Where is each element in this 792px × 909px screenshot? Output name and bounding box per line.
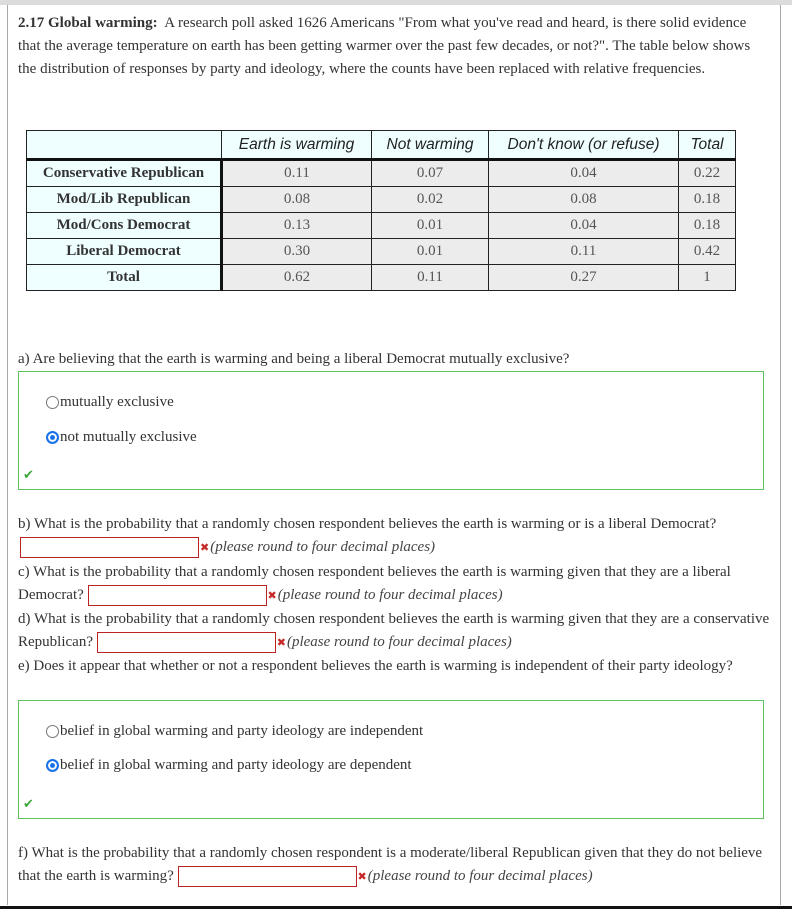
table-cell: 0.42	[678, 238, 736, 265]
table-row: Total 0.62 0.11 0.27 1	[26, 264, 736, 291]
question-e-text: e) Does it appear that whether or not a …	[18, 658, 733, 674]
question-b-answer-input[interactable]	[20, 537, 199, 559]
checkmark-icon: ✔	[23, 468, 34, 483]
table-cell: 0.11	[371, 264, 489, 291]
question-c-answer-input[interactable]	[87, 585, 267, 607]
option-mutually-exclusive[interactable]: mutually exclusive	[46, 394, 174, 411]
question-d: d) What is the probability that a random…	[18, 608, 773, 654]
table-row: Mod/Cons Democrat 0.13 0.01 0.04 0.18	[26, 212, 736, 239]
question-e-answer-box: belief in global warming and party ideol…	[18, 700, 764, 819]
row-header: Total	[26, 264, 223, 291]
question-a-text: a) Are believing that the earth is warmi…	[18, 351, 570, 367]
round-hint: (please round to four decimal places)	[277, 587, 503, 603]
problem-title: 2.17 Global warming:	[18, 15, 158, 31]
table-cell: 0.62	[221, 264, 372, 291]
row-header: Conservative Republican	[26, 159, 223, 187]
table-cell: 0.18	[678, 186, 736, 213]
round-hint: (please round to four decimal places)	[367, 868, 593, 884]
table-cell: 0.01	[371, 212, 489, 239]
table-header-row: Earth is warming Not warming Don't know …	[26, 130, 736, 161]
table-cell: 0.22	[678, 159, 736, 187]
column-header: Earth is warming	[221, 130, 372, 161]
option-independent[interactable]: belief in global warming and party ideol…	[46, 723, 423, 740]
table-cell: 0.27	[488, 264, 679, 291]
table-row: Liberal Democrat 0.30 0.01 0.11 0.42	[26, 238, 736, 265]
frequency-table: Earth is warming Not warming Don't know …	[26, 130, 736, 291]
column-header: Total	[678, 130, 736, 161]
column-header: Don't know (or refuse)	[488, 130, 679, 161]
checkmark-icon: ✔	[23, 797, 34, 812]
table-cell: 0.07	[371, 159, 489, 187]
row-header: Mod/Cons Democrat	[26, 212, 223, 239]
table-cell: 1	[678, 264, 736, 291]
table-cell: 0.18	[678, 212, 736, 239]
question-d-answer-input[interactable]	[96, 632, 276, 654]
table-cell: 0.11	[488, 238, 679, 265]
option-dependent[interactable]: belief in global warming and party ideol…	[46, 757, 412, 774]
table-row: Mod/Lib Republican 0.08 0.02 0.08 0.18	[26, 186, 736, 213]
table-cell: 0.08	[488, 186, 679, 213]
question-b-text: b) What is the probability that a random…	[18, 516, 717, 532]
round-hint: (please round to four decimal places)	[286, 634, 512, 650]
incorrect-x-icon: ✖	[276, 636, 286, 650]
question-a-answer-box: mutually exclusive not mutually exclusiv…	[18, 371, 764, 490]
table-cell: 0.04	[488, 159, 679, 187]
table-corner	[26, 130, 222, 161]
option-label: not mutually exclusive	[60, 429, 197, 445]
question-f-answer-input[interactable]	[177, 866, 357, 888]
incorrect-x-icon: ✖	[200, 541, 210, 555]
incorrect-x-icon: ✖	[267, 589, 277, 603]
problem-intro: 2.17 Global warming: A research poll ask…	[18, 12, 768, 81]
radio-selected[interactable]	[46, 431, 59, 444]
table-row: Conservative Republican 0.11 0.07 0.04 0…	[26, 159, 736, 187]
option-label: belief in global warming and party ideol…	[60, 723, 424, 739]
radio-unselected[interactable]	[46, 725, 59, 738]
table-cell: 0.04	[488, 212, 679, 239]
table-cell: 0.30	[221, 238, 372, 265]
radio-selected[interactable]	[46, 759, 59, 772]
question-c: c) What is the probability that a random…	[18, 561, 773, 607]
incorrect-x-icon: ✖	[357, 870, 367, 884]
question-b: b) What is the probability that a random…	[18, 513, 773, 559]
row-header: Liberal Democrat	[26, 238, 223, 265]
option-label: mutually exclusive	[60, 394, 174, 410]
round-hint: (please round to four decimal places)	[210, 539, 436, 555]
radio-unselected[interactable]	[46, 396, 59, 409]
option-not-mutually-exclusive[interactable]: not mutually exclusive	[46, 429, 197, 446]
table-cell: 0.11	[221, 159, 372, 187]
row-header: Mod/Lib Republican	[26, 186, 223, 213]
table-cell: 0.01	[371, 238, 489, 265]
table-cell: 0.08	[221, 186, 372, 213]
question-f: f) What is the probability that a random…	[18, 842, 773, 888]
table-cell: 0.13	[221, 212, 372, 239]
table-cell: 0.02	[371, 186, 489, 213]
option-label: belief in global warming and party ideol…	[60, 757, 412, 773]
column-header: Not warming	[371, 130, 489, 161]
